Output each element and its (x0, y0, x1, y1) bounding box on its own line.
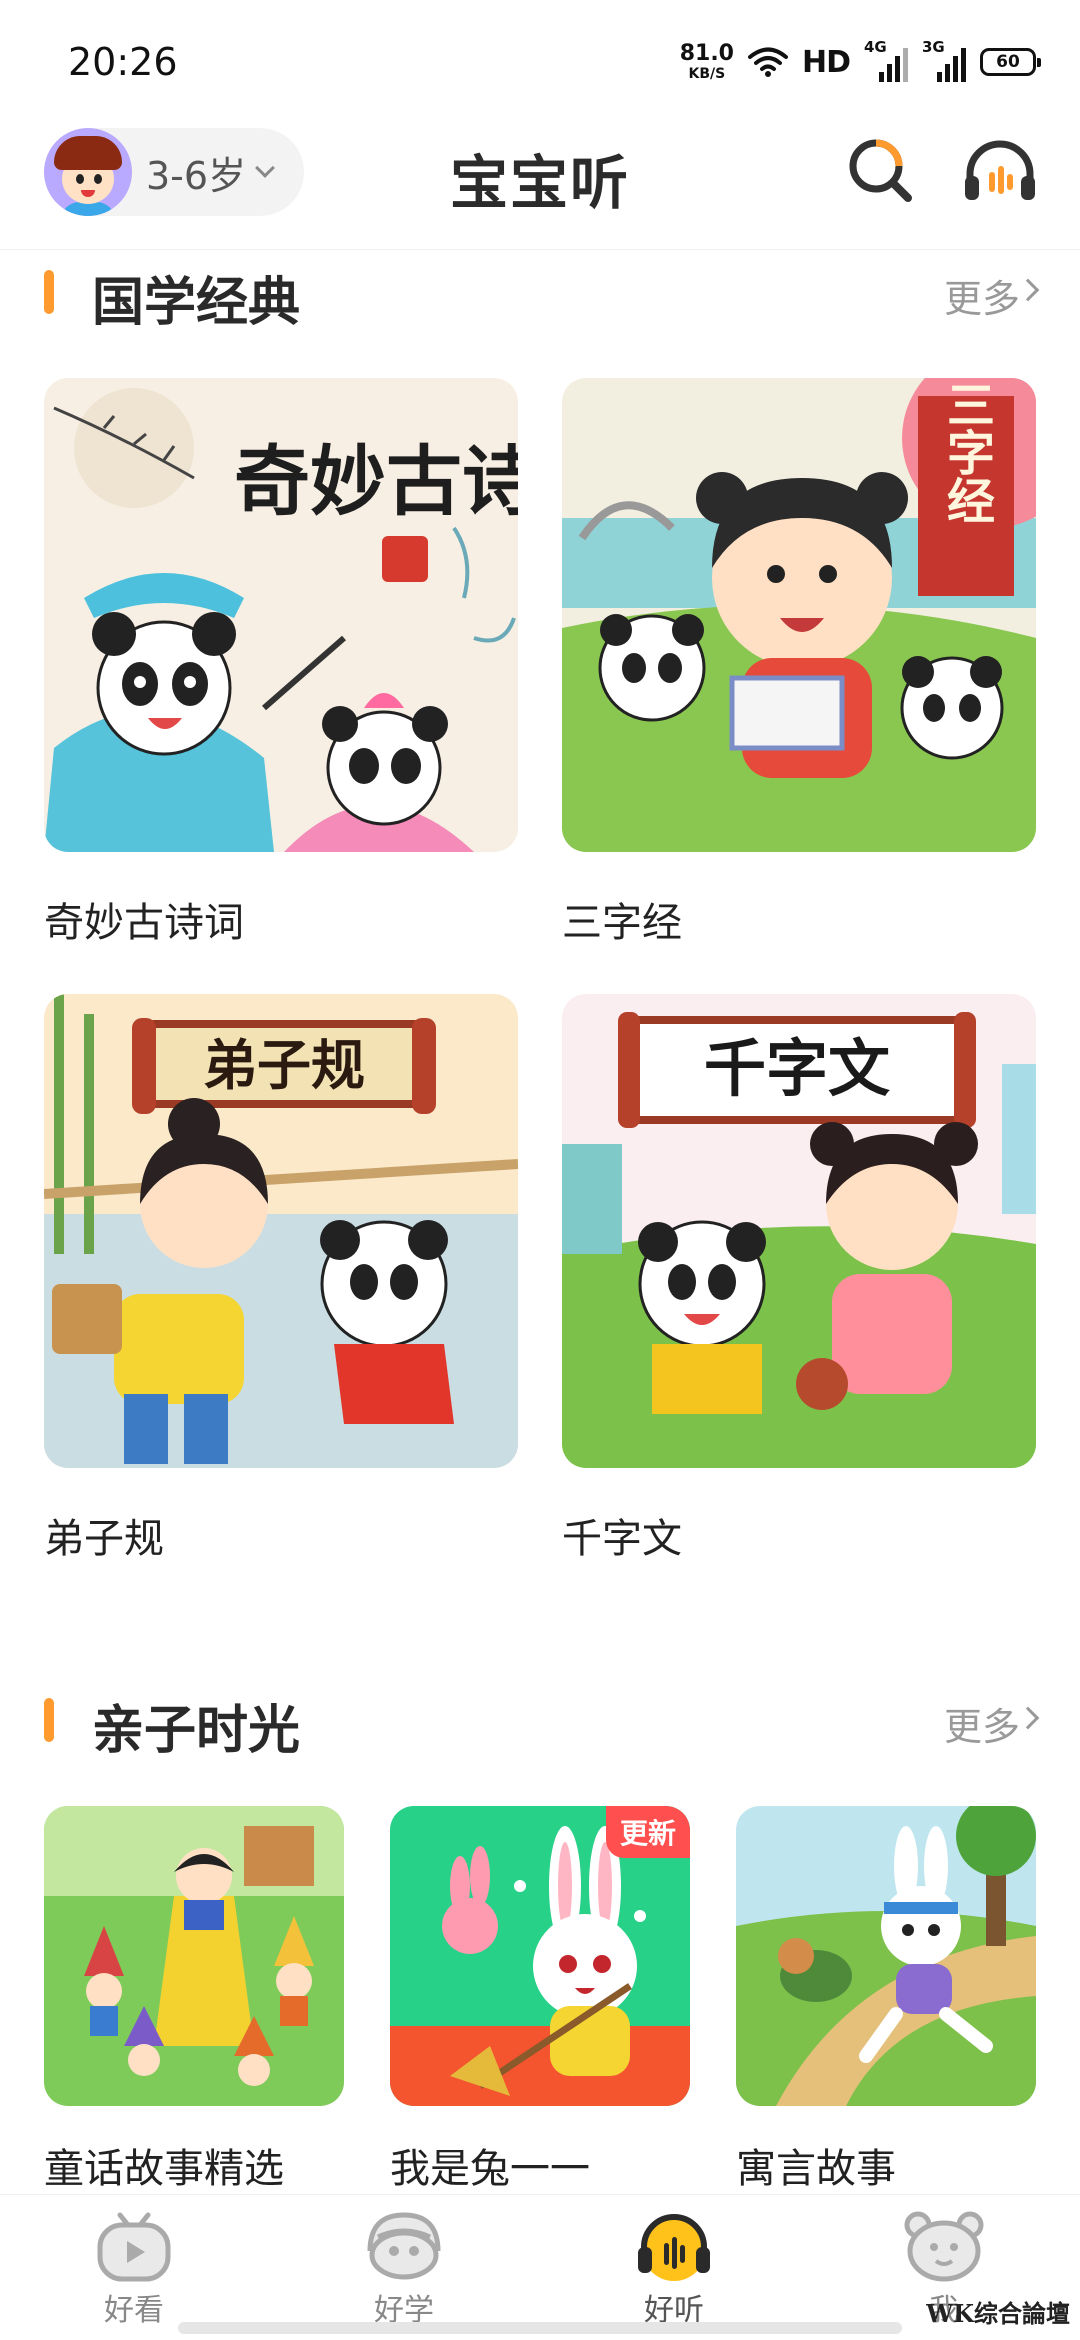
nav-item-haoxue[interactable]: 好学 (334, 2207, 474, 2328)
album-cover[interactable] (736, 1806, 1036, 2106)
album-card[interactable]: 奇妙古诗词 奇妙古诗词 (44, 378, 518, 946)
section-title: 国学经典 (92, 273, 301, 333)
bear-icon (904, 2211, 984, 2282)
cover-title-1: 奇妙古诗词 (234, 437, 518, 526)
album-cover[interactable]: 三字经 (562, 378, 1036, 852)
chevron-right-icon[interactable] (1016, 1706, 1040, 1730)
album-card[interactable]: 更新 我是兔一一 (390, 1806, 690, 2196)
net-speed: 81.0 KB/S (679, 41, 734, 82)
album-title: 寓言故事 (736, 2146, 896, 2192)
section-title: 亲子时光 (92, 1701, 301, 1761)
album-card[interactable]: 弟子规 弟子规 (44, 994, 518, 1562)
status-bar: 20:26 81.0 KB/S HD 4G 3G 60 (0, 0, 1080, 120)
nav-item-haokan[interactable]: 好看 (64, 2207, 204, 2328)
album-title: 千字文 (562, 1516, 682, 1562)
app-page: 20:26 81.0 KB/S HD 4G 3G 60 3-6岁 宝宝听 国学经… (0, 0, 1080, 2340)
more-link[interactable]: 更多 (944, 1696, 1020, 1751)
headphone-icon[interactable] (962, 138, 1038, 204)
cover-title-4: 千字文 (704, 1032, 890, 1105)
status-time: 20:26 (68, 40, 178, 84)
chevron-right-icon[interactable] (1016, 278, 1040, 302)
cover-title-2: 三字经 (938, 380, 995, 524)
watermark: WK综合論壇 (926, 2299, 1070, 2328)
page-title: 宝宝听 (449, 149, 630, 217)
album-title: 三字经 (562, 900, 682, 946)
section-accent-bar (44, 270, 54, 314)
album-cover[interactable] (44, 1806, 344, 2106)
section-header-guoxue: 国学经典 更多 (0, 250, 1080, 333)
learn-icon (367, 2212, 441, 2280)
album-cover[interactable]: 奇妙古诗词 (44, 378, 518, 852)
signal-4g-icon: 4G (864, 38, 908, 82)
status-icons: 81.0 KB/S HD 4G 3G 60 (679, 38, 1041, 84)
play-icon (97, 2212, 171, 2282)
app-header: 3-6岁 宝宝听 (0, 120, 1080, 250)
album-cover[interactable]: 更新 (390, 1806, 690, 2106)
battery-icon: 60 (980, 48, 1041, 76)
bottom-nav: 好看 好学 好听 我 (0, 2194, 1080, 2340)
section-accent-bar (44, 1698, 54, 1742)
signal-3g-icon: 3G (922, 38, 966, 82)
album-cover[interactable]: 弟子规 (44, 994, 518, 1468)
cover-title-3: 弟子规 (203, 1033, 365, 1097)
album-title: 我是兔一一 (390, 2146, 590, 2192)
more-link[interactable]: 更多 (944, 268, 1020, 323)
headphone-icon (638, 2214, 710, 2281)
album-title: 奇妙古诗词 (44, 900, 244, 946)
album-title: 童话故事精选 (44, 2146, 284, 2192)
section-header-qinzi: 亲子时光 更多 (0, 1678, 1080, 1761)
net-speed-unit: KB/S (688, 66, 726, 82)
album-card[interactable]: 寓言故事 (736, 1806, 1036, 2196)
album-cover[interactable]: 千字文 (562, 994, 1036, 1468)
album-card[interactable]: 童话故事精选 (44, 1806, 344, 2196)
battery-level: 60 (996, 52, 1020, 72)
home-indicator[interactable] (178, 2322, 902, 2334)
album-card[interactable]: 千字文 千字文 (562, 994, 1036, 1562)
net-speed-value: 81.0 (679, 41, 734, 66)
nav-item-haoting[interactable]: 好听 (604, 2207, 744, 2328)
album-title: 弟子规 (44, 1516, 164, 1562)
hd-label: HD (801, 44, 851, 80)
search-icon[interactable] (846, 136, 914, 204)
update-badge: 更新 (605, 1806, 690, 1858)
wifi-icon (747, 47, 788, 77)
album-card[interactable]: 三字经 三字经 (562, 378, 1036, 946)
